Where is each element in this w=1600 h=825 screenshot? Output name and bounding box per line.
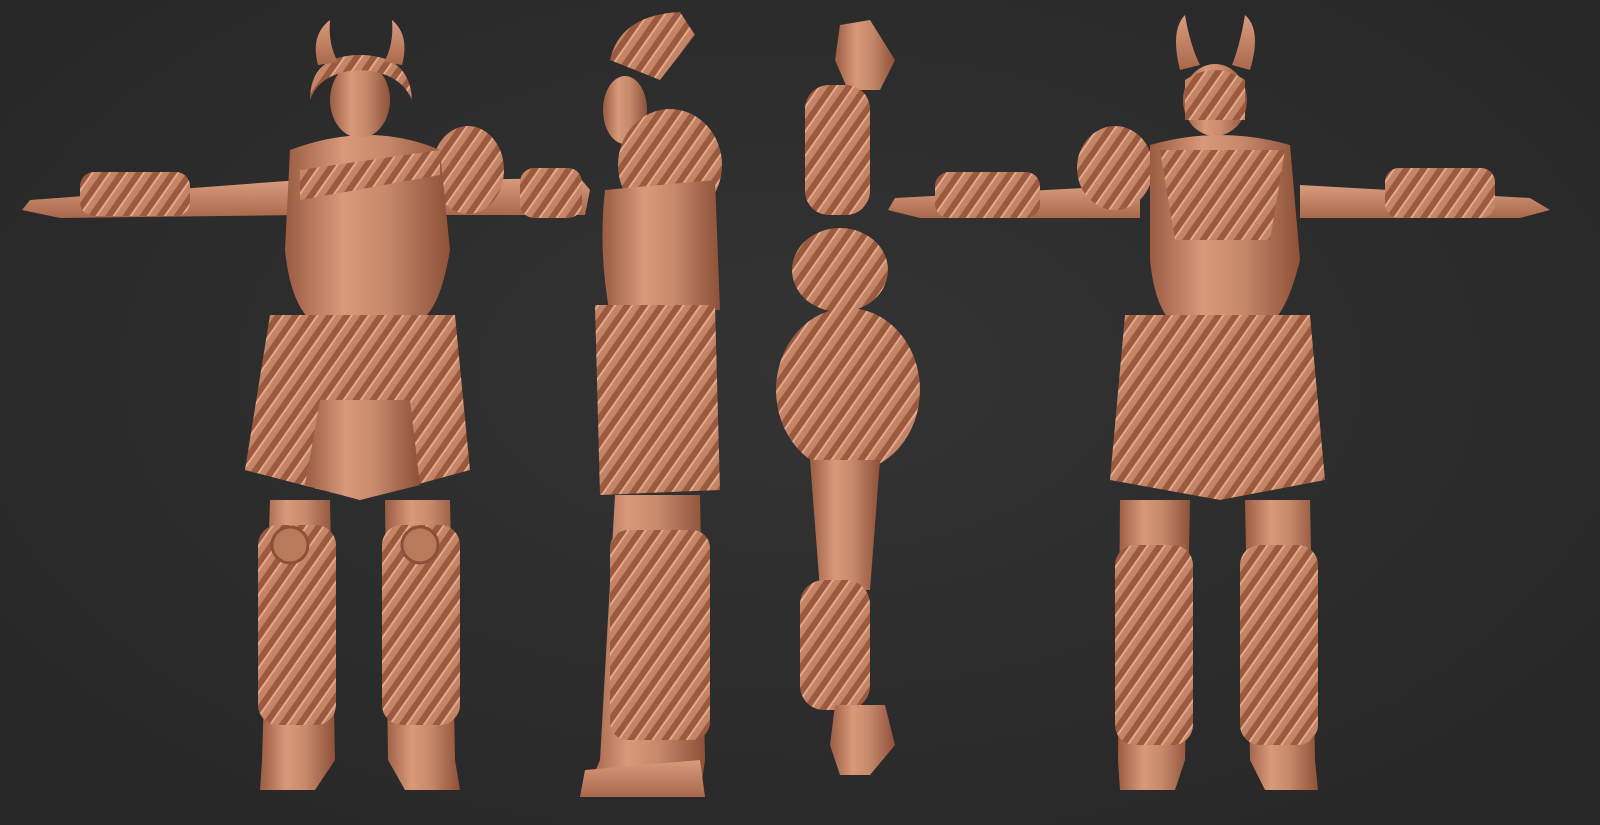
arm-view-shoulder	[792, 228, 888, 312]
side-greave	[610, 530, 710, 740]
arm-view-upper-bracer	[805, 85, 870, 215]
arm-view-lower-arm	[810, 460, 880, 590]
back-helmet	[1185, 70, 1245, 120]
front-left-bracer	[80, 172, 190, 216]
arm-view-upper-hand	[835, 20, 895, 90]
back-right-bracer	[1385, 168, 1495, 218]
arm-view-lower-hand	[830, 705, 895, 775]
sculpt-turnaround-canvas	[0, 0, 1600, 825]
side-helmet-crest	[610, 12, 695, 80]
back-armored-skirt	[1110, 315, 1325, 500]
arm-view-figure	[776, 20, 920, 775]
front-helmet-horn-right	[384, 20, 405, 65]
front-right-knee-disc	[400, 525, 440, 565]
back-right-greave	[1240, 545, 1318, 745]
arm-view-torso-section	[776, 308, 920, 472]
front-left-knee-disc	[270, 525, 310, 565]
arm-view-lower-bracer	[800, 580, 870, 710]
side-torso	[602, 180, 720, 315]
side-armored-skirt	[595, 305, 720, 495]
side-view-figure	[580, 12, 722, 797]
front-skirt-cloth	[305, 400, 420, 500]
back-left-bracer	[935, 172, 1040, 218]
back-shoulder-pauldron	[1077, 126, 1153, 210]
back-helmet-horn-right	[1232, 15, 1255, 70]
back-helmet-horn-left	[1176, 15, 1200, 70]
front-helmet-horn-left	[315, 20, 338, 65]
back-view-figure	[888, 15, 1550, 790]
front-right-bracer	[520, 168, 582, 218]
front-view-figure	[22, 20, 590, 790]
back-left-greave	[1115, 545, 1193, 745]
turnaround-render	[22, 12, 1550, 797]
back-harness	[1160, 150, 1285, 240]
